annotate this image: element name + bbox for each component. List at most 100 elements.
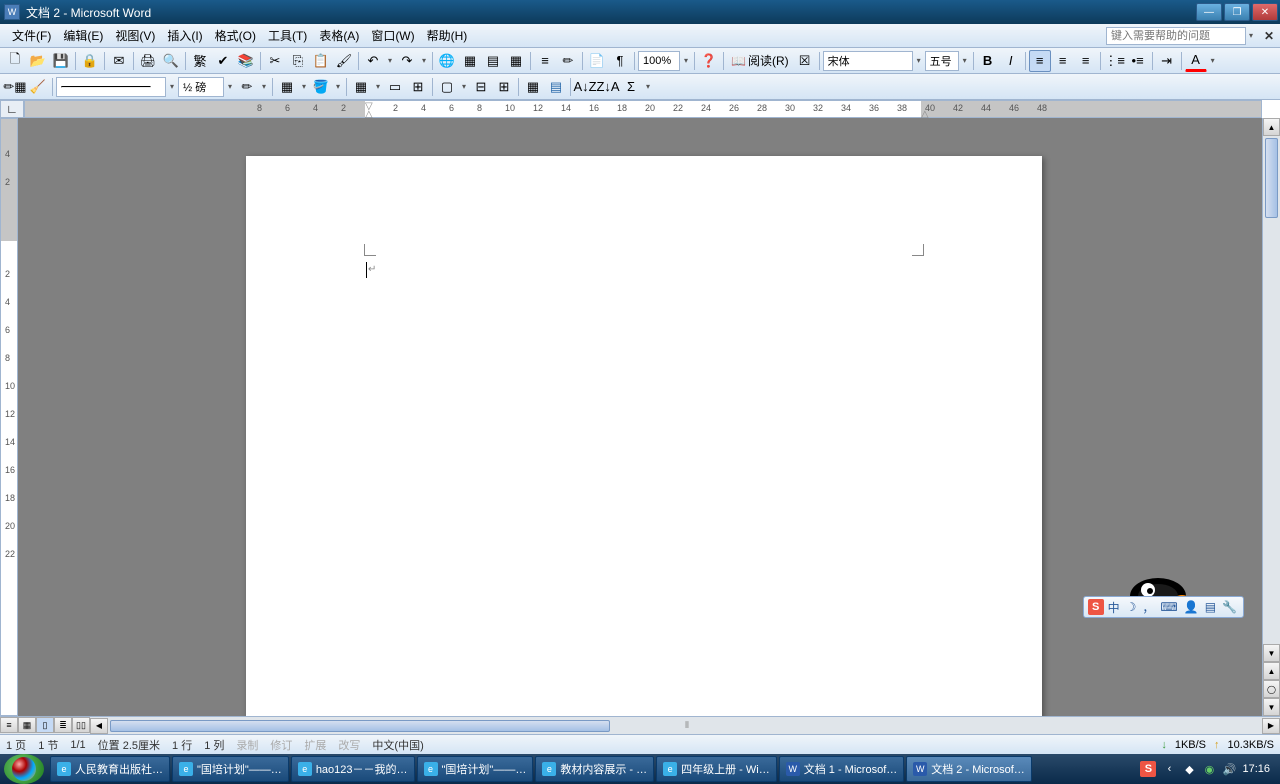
web-view-icon[interactable]: ▦ (18, 717, 36, 733)
font-color-icon[interactable]: A (1185, 50, 1207, 72)
menu-help[interactable]: 帮助(H) (421, 25, 474, 46)
excel-icon[interactable]: ▦ (505, 50, 527, 72)
help-icon[interactable]: ❓ (698, 50, 720, 72)
maximize-button[interactable]: ❐ (1224, 3, 1250, 21)
sort-asc-icon[interactable]: A↓Z (574, 76, 596, 98)
horizontal-scrollbar[interactable]: ◀ ⦀ ▶ (90, 717, 1280, 734)
border-color-icon[interactable]: ✏ (236, 76, 258, 98)
cut-icon[interactable]: ✂ (264, 50, 286, 72)
ime-s-icon[interactable]: S (1088, 599, 1104, 615)
draw-table-icon[interactable]: ✏▦ (4, 76, 26, 98)
doc-map-icon[interactable]: 📄 (586, 50, 608, 72)
menu-edit[interactable]: 编辑(E) (57, 25, 109, 46)
permission-icon[interactable]: 🔒 (79, 50, 101, 72)
scroll-left-icon[interactable]: ◀ (90, 718, 108, 734)
outline-view-icon[interactable]: ≣ (54, 717, 72, 733)
tab-selector[interactable]: ∟ (0, 100, 24, 118)
borders-icon[interactable]: ▦ (276, 76, 298, 98)
autoformat-icon[interactable]: ▦ (522, 76, 544, 98)
print-icon[interactable]: 🖨 (137, 50, 159, 72)
taskbar-item[interactable]: W文档 1 - Microsof… (779, 756, 905, 782)
close-button[interactable]: ✕ (1252, 3, 1278, 21)
tray-clock[interactable]: 17:16 (1242, 763, 1270, 775)
scroll-up-icon[interactable]: ▲ (1263, 118, 1280, 136)
horizontal-ruler[interactable]: ▽ △ △ 8642246810121416182022242628303234… (24, 100, 1262, 118)
distribute-cols-icon[interactable]: ⊞ (493, 76, 515, 98)
taskbar-item[interactable]: e四年级上册 - Wi… (656, 756, 777, 782)
insert-table-icon-2[interactable]: ▦ (350, 76, 372, 98)
menu-format[interactable]: 格式(O) (209, 25, 262, 46)
taskbar-item[interactable]: ehao123－－我的… (291, 756, 415, 782)
scroll-down-icon[interactable]: ▼ (1263, 644, 1280, 662)
align-center-icon[interactable]: ≡ (1052, 50, 1074, 72)
email-icon[interactable]: ✉ (108, 50, 130, 72)
read-mode-button[interactable]: 📖 阅读(R) (727, 51, 793, 71)
menu-view[interactable]: 视图(V) (109, 25, 161, 46)
merge-cells-icon[interactable]: ▭ (384, 76, 406, 98)
menu-tools[interactable]: 工具(T) (262, 25, 313, 46)
tray-chevron-icon[interactable]: ‹ (1162, 762, 1176, 776)
browse-object-icon[interactable]: ◯ (1263, 680, 1280, 698)
save-icon[interactable]: 💾 (50, 50, 72, 72)
indent-icon[interactable]: ⇥ (1156, 50, 1178, 72)
status-rec[interactable]: 录制 (236, 737, 258, 753)
menu-file[interactable]: 文件(F) (6, 25, 57, 46)
menu-window[interactable]: 窗口(W) (365, 25, 420, 46)
distribute-rows-icon[interactable]: ⊟ (470, 76, 492, 98)
ime-toolbar[interactable]: S 中 ☽ ， ⌨ 👤 ▤ 🔧 (1083, 596, 1244, 618)
align-justify-icon[interactable]: ≡ (1029, 50, 1051, 72)
taskbar-item[interactable]: e人民教育出版社… (50, 756, 170, 782)
shading-color-icon[interactable]: 🪣 (310, 76, 332, 98)
taskbar-item[interactable]: W文档 2 - Microsof… (906, 756, 1032, 782)
tray-icon-1[interactable]: ◆ (1182, 762, 1196, 776)
reading-view-icon[interactable]: ▯▯ (72, 717, 90, 733)
font-size-combo[interactable]: 五号 (925, 51, 959, 71)
italic-icon[interactable]: I (1000, 50, 1022, 72)
document-area[interactable]: ↵ S 中 ☽ ， ⌨ 👤 ▤ 🔧 (18, 118, 1262, 716)
align-right-icon[interactable]: ≡ (1075, 50, 1097, 72)
tray-icon-2[interactable]: ◉ (1202, 762, 1216, 776)
tray-volume-icon[interactable]: 🔊 (1222, 762, 1236, 776)
scroll-right-icon[interactable]: ▶ (1262, 718, 1280, 734)
status-rev[interactable]: 修订 (270, 737, 292, 753)
start-button[interactable] (4, 754, 44, 784)
font-name-combo[interactable]: 宋体 (823, 51, 913, 71)
bold-icon[interactable]: B (977, 50, 999, 72)
line-weight-combo[interactable]: ½ 磅 (178, 77, 224, 97)
minimize-button[interactable]: — (1196, 3, 1222, 21)
text-direction-icon[interactable]: ▤ (545, 76, 567, 98)
ime-skin-icon[interactable]: 👤 (1182, 600, 1201, 614)
new-doc-icon[interactable]: 🗋 (4, 50, 26, 72)
copy-icon[interactable]: ⎘ (287, 50, 309, 72)
vertical-scrollbar[interactable]: ▲ ▼ ▲ ◯ ▼ (1262, 118, 1280, 716)
open-icon[interactable]: 📂 (27, 50, 49, 72)
tray-ime-icon[interactable]: S (1140, 761, 1156, 777)
close-document-button[interactable]: ✕ (1262, 29, 1276, 43)
status-ovr[interactable]: 改写 (338, 737, 360, 753)
traditional-icon[interactable]: 繁 (189, 50, 211, 72)
ime-moon-icon[interactable]: ☽ (1124, 600, 1139, 614)
ime-lang-button[interactable]: 中 (1106, 599, 1122, 616)
ime-menu-icon[interactable]: ▤ (1203, 600, 1218, 614)
eraser-icon[interactable]: 🧹 (27, 76, 49, 98)
status-ext[interactable]: 扩展 (304, 737, 326, 753)
menu-table[interactable]: 表格(A) (313, 25, 365, 46)
paste-icon[interactable]: 📋 (310, 50, 332, 72)
columns-icon[interactable]: ≡ (534, 50, 556, 72)
undo-icon[interactable]: ↶ (362, 50, 384, 72)
status-lang[interactable]: 中文(中国) (372, 737, 423, 753)
hyperlink-icon[interactable]: 🌐 (436, 50, 458, 72)
scroll-thumb[interactable] (1265, 138, 1278, 218)
redo-icon[interactable]: ↷ (396, 50, 418, 72)
show-marks-icon[interactable]: ¶ (609, 50, 631, 72)
zoom-combo[interactable]: 100% (638, 51, 680, 71)
vertical-ruler[interactable]: 42246810121416182022 (0, 118, 18, 716)
insert-table-icon[interactable]: ▤ (482, 50, 504, 72)
taskbar-item[interactable]: e"国培计划"——… (417, 756, 534, 782)
close-preview-icon[interactable]: ☒ (794, 50, 816, 72)
help-search-input[interactable] (1106, 27, 1246, 45)
toolbar-options-icon[interactable]: ▾ (643, 82, 653, 91)
menu-insert[interactable]: 插入(I) (161, 25, 208, 46)
document-page[interactable]: ↵ (246, 156, 1042, 716)
next-page-icon[interactable]: ▼ (1263, 698, 1280, 716)
